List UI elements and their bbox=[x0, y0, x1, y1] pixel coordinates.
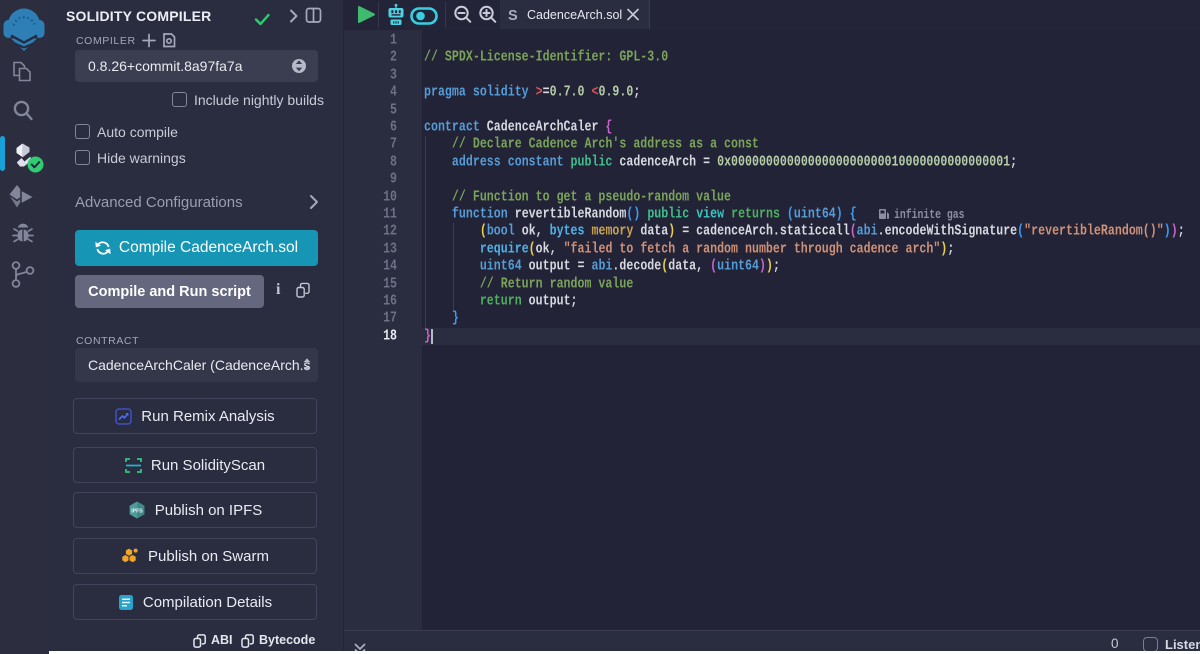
svg-text:S: S bbox=[508, 8, 518, 24]
